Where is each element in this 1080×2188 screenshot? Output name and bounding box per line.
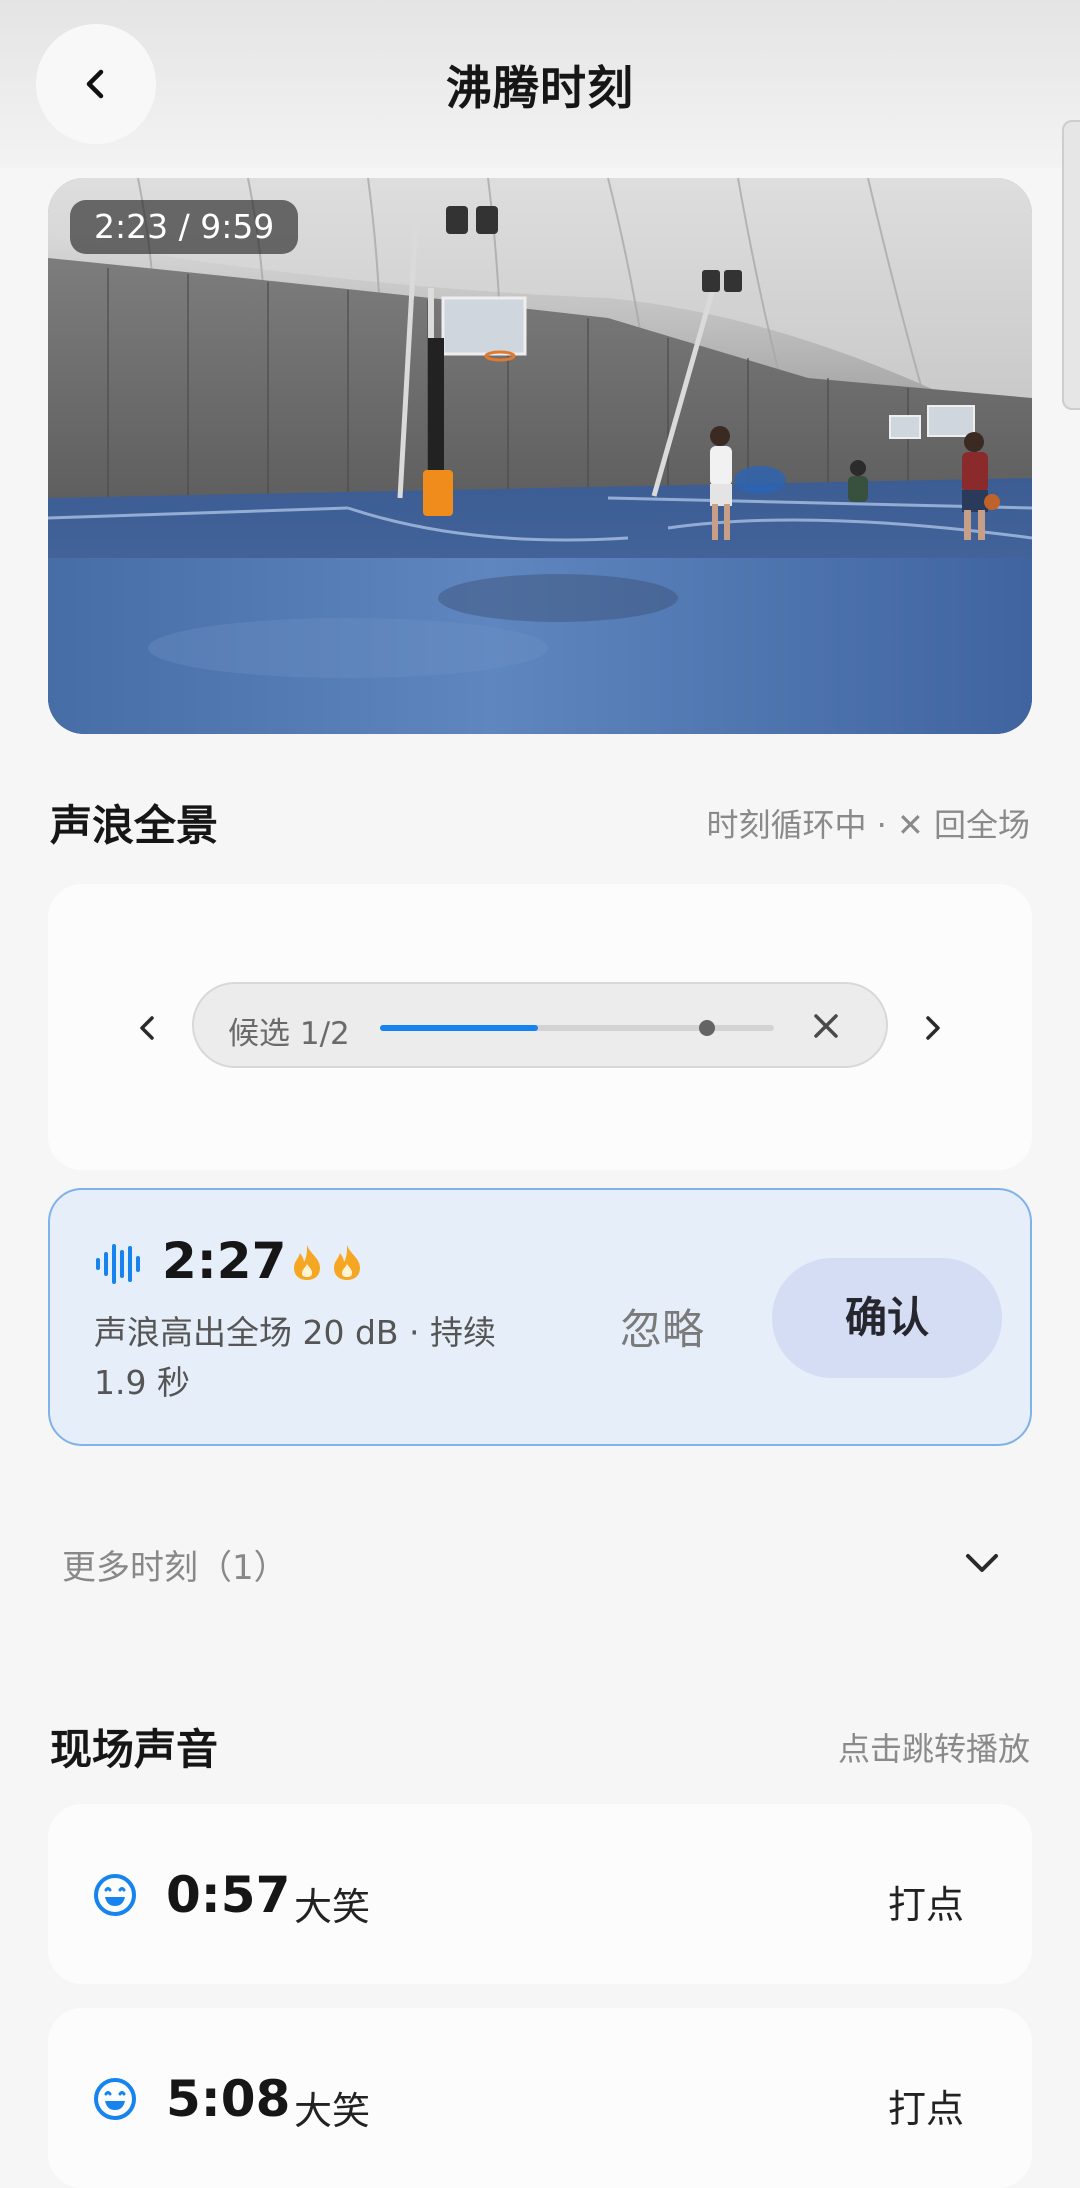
sound-list-item[interactable]: 5:08 大笑 打点 xyxy=(48,2008,1032,2188)
close-icon[interactable] xyxy=(806,1006,846,1046)
page-title: 沸腾时刻 xyxy=(446,61,634,115)
return-full-game-hint[interactable]: 时刻循环中 · ✕ 回全场 xyxy=(706,800,1030,846)
video-player[interactable]: 2:23 / 9:59 xyxy=(48,178,1032,734)
top-bar: 沸腾时刻 xyxy=(0,0,1080,168)
section-title-sound-panorama: 声浪全景 xyxy=(50,801,219,850)
sound-wave-icon xyxy=(96,1244,140,1284)
candidate-progress-knob[interactable] xyxy=(699,1020,716,1036)
sound-time: 0:57 xyxy=(166,1866,291,1924)
section-title-live-sound: 现场声音 xyxy=(50,1725,219,1774)
moment-time: 2:27 xyxy=(162,1232,287,1290)
fire-icon xyxy=(294,1245,320,1280)
prev-candidate-button[interactable] xyxy=(116,996,180,1060)
video-timestamp: 2:23 / 9:59 xyxy=(70,200,299,254)
fire-icon xyxy=(334,1245,360,1280)
sound-time: 5:08 xyxy=(166,2070,291,2128)
chevron-down-icon[interactable] xyxy=(962,1548,1002,1578)
video-frame xyxy=(48,178,1032,734)
ignore-button[interactable]: 忽略 xyxy=(620,1296,704,1357)
heat-level xyxy=(290,1242,364,1282)
scrollbar-thumb[interactable] xyxy=(1062,120,1080,410)
moment-description: 声浪高出全场 20 dB · 持续 1.9 秒 xyxy=(94,1313,497,1402)
sound-type-label: 大笑 xyxy=(294,1885,371,1929)
candidate-counter: 候选 1/2 xyxy=(228,1016,350,1052)
confirm-button[interactable]: 确认 xyxy=(772,1258,1002,1378)
laugh-icon xyxy=(94,1874,136,1916)
moment-card[interactable]: 2:27 声浪高出全场 20 dB · 持续 1.9 秒 忽略 确认 xyxy=(48,1188,1032,1446)
candidate-progress-fill xyxy=(380,1025,538,1031)
mark-button[interactable]: 打点 xyxy=(888,2078,964,2133)
live-sound-hint: 点击跳转播放 xyxy=(837,1730,1030,1768)
candidate-selector[interactable]: 候选 1/2 xyxy=(192,982,888,1068)
sound-list-item[interactable]: 0:57 大笑 打点 xyxy=(48,1804,1032,1984)
candidate-card: 候选 1/2 xyxy=(48,884,1032,1170)
chevron-left-icon xyxy=(140,1016,154,1040)
chevron-right-icon xyxy=(926,1016,940,1040)
next-candidate-button[interactable] xyxy=(900,996,964,1060)
mark-button[interactable]: 打点 xyxy=(888,1874,964,1929)
candidate-progress-track[interactable] xyxy=(380,1020,774,1036)
more-moments-toggle[interactable]: 更多时刻（1） xyxy=(62,1540,288,1589)
laugh-icon xyxy=(94,2078,136,2120)
